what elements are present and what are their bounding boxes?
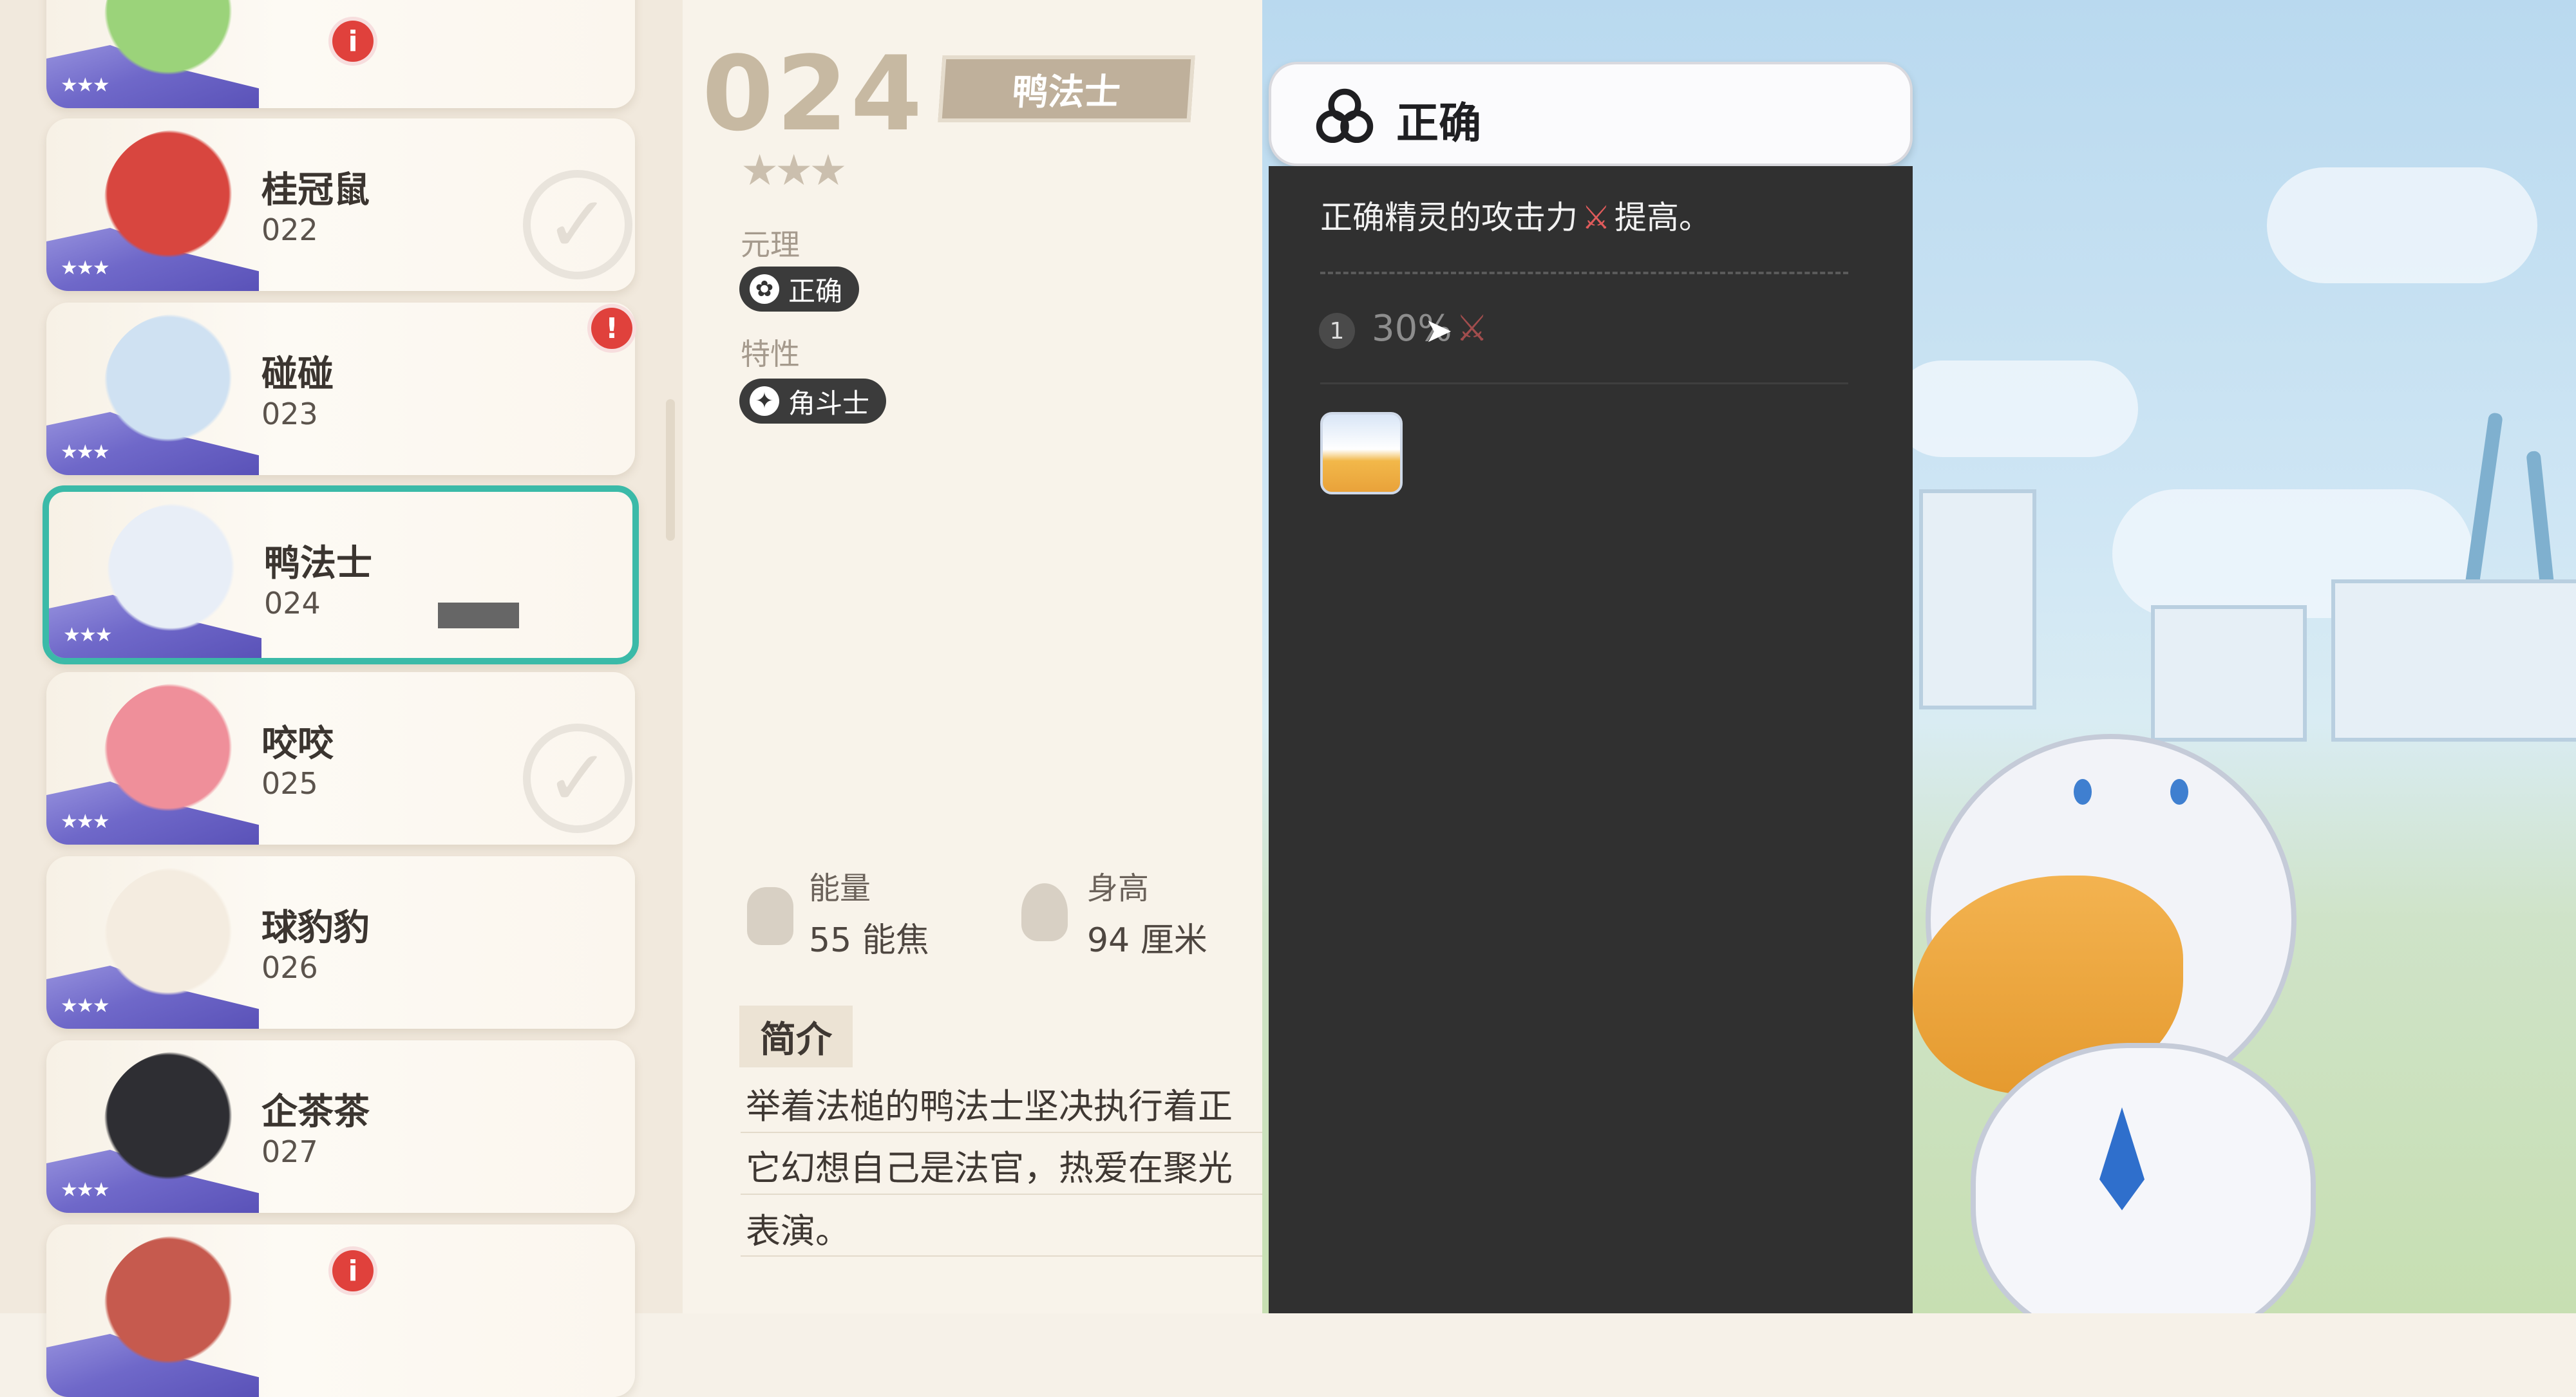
card-stars: ★★★ — [61, 257, 110, 279]
tooltip-description-suffix: 提高。 — [1614, 199, 1711, 236]
creature-sprite — [104, 314, 246, 456]
card-name: 碰碰 — [261, 353, 334, 395]
info-badge-icon: i — [332, 1250, 374, 1291]
creature-sprite — [104, 1236, 246, 1378]
list-scrollbar[interactable] — [666, 399, 675, 541]
element-pill[interactable]: ✿ 正确 — [739, 267, 860, 312]
intro-line-1: 举着法槌的鸭法士坚决执行着正 — [746, 1086, 1233, 1127]
height-label: 身高 — [1087, 870, 1150, 906]
sword-icon: ⚔ — [1582, 199, 1611, 236]
height-icon — [1021, 883, 1068, 941]
card-number: 023 — [261, 397, 318, 431]
tooltip-description-text: 正确精灵的攻击力 — [1320, 199, 1578, 236]
alert-badge-icon: ! — [591, 308, 632, 349]
character-duck-lawyer — [1913, 682, 2576, 1313]
card-stars: ★★★ — [63, 624, 113, 646]
creature-thumbnail[interactable] — [1320, 412, 1403, 494]
list-card-026[interactable]: ★★★ 球豹豹 026 — [46, 856, 635, 1029]
card-stars: ★★★ — [61, 811, 110, 833]
card-name: 鸭法士 — [264, 543, 372, 585]
tooltip-description: 正确精灵的攻击力 ⚔ 提高。 — [1320, 192, 1711, 238]
list-card-item-7[interactable] — [46, 1224, 635, 1397]
gladiator-icon: ✦ — [750, 386, 779, 416]
trait-pill[interactable]: ✦ 角斗士 — [739, 379, 887, 424]
card-number: 027 — [261, 1134, 318, 1169]
card-number: 022 — [261, 212, 318, 247]
creature-sprite — [104, 684, 246, 825]
trait-label: 特性 — [741, 337, 800, 371]
intro-divider — [741, 1194, 1262, 1195]
dex-number: 024 — [702, 33, 925, 154]
list-card-023[interactable]: ★★★ 碰碰 023 — [46, 303, 635, 475]
level-badge: 1 — [1319, 313, 1355, 349]
card-number: 026 — [261, 950, 318, 985]
creature-sprite — [104, 868, 246, 1009]
name-plate: 鸭法士 — [938, 55, 1195, 122]
list-card-027[interactable]: ★★★ 企茶茶 027 — [46, 1040, 635, 1213]
intro-line-2: 它幻想自己是法官，热爱在聚光 — [746, 1148, 1233, 1188]
creature-sprite — [104, 130, 246, 272]
card-stars: ★★★ — [61, 995, 110, 1017]
element-correct-icon: ✿ — [750, 274, 779, 304]
collected-check-icon: ✓ — [523, 724, 632, 833]
tooltip-header: 正确 — [1269, 62, 1913, 166]
card-number: 025 — [261, 766, 318, 801]
card-number: 024 — [264, 586, 321, 621]
creature-sprite — [104, 1052, 246, 1194]
card-name: 咬咬 — [261, 723, 334, 765]
card-name: 桂冠鼠 — [261, 169, 370, 211]
card-stars: ★★★ — [61, 441, 110, 464]
intro-heading: 简介 — [739, 1006, 853, 1067]
intro-divider — [741, 1132, 1262, 1133]
creature-sprite — [107, 503, 249, 645]
element-label: 元理 — [741, 227, 800, 262]
card-stars: ★★★ — [61, 74, 110, 97]
energy-icon — [747, 887, 793, 945]
list-card-022[interactable]: ★★★ 桂冠鼠 022 ✓ — [46, 118, 635, 291]
collected-check-icon: ✓ — [523, 170, 632, 279]
card-name: 球豹豹 — [261, 907, 370, 949]
card-stars: ★★★ — [61, 1179, 110, 1201]
intro-divider — [741, 1255, 1262, 1257]
height-value: 94 厘米 — [1087, 921, 1208, 960]
trait-pill-label: 角斗士 — [788, 387, 870, 419]
tooltip-divider — [1320, 382, 1848, 384]
energy-label: 能量 — [809, 870, 871, 906]
selection-marker — [438, 603, 519, 628]
tooltip-title: 正确 — [1396, 98, 1481, 148]
tooltip-body: 正确精灵的攻击力 ⚔ 提高。 1 30% ⚔ — [1269, 166, 1913, 1313]
energy-value: 55 能焦 — [809, 921, 929, 960]
cursor-icon: ➤ — [1425, 312, 1453, 350]
rarity-stars: ★★★ — [741, 145, 847, 195]
element-pill-label: 正确 — [788, 275, 843, 307]
card-name: 企茶茶 — [261, 1091, 370, 1133]
list-card-025[interactable]: ★★★ 咬咬 025 ✓ — [46, 672, 635, 845]
sword-icon: ⚔ — [1455, 308, 1488, 350]
tooltip-divider — [1320, 272, 1848, 274]
intro-line-3: 表演。 — [746, 1211, 850, 1252]
element-correct-icon — [1316, 88, 1374, 144]
list-card-024[interactable]: ★★★ 鸭法士 024 — [43, 485, 639, 664]
info-badge-icon: i — [332, 21, 374, 62]
